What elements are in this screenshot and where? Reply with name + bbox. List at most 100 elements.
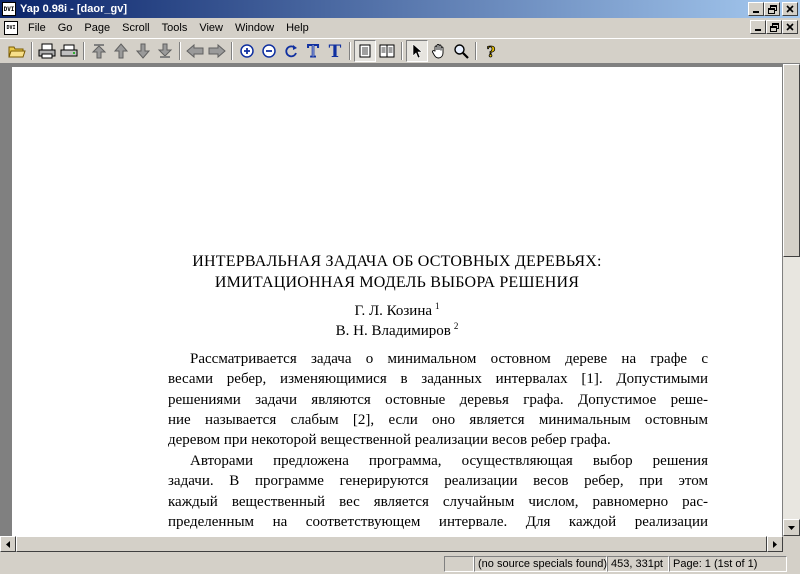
menu-scroll[interactable]: Scroll xyxy=(116,22,156,34)
hand-icon xyxy=(432,44,444,59)
first-page-button[interactable] xyxy=(88,40,110,62)
pointer-tool-button[interactable] xyxy=(406,40,428,62)
footnote-mark: 1 xyxy=(435,301,440,311)
menu-help[interactable]: Help xyxy=(280,22,315,34)
close-icon xyxy=(786,23,794,31)
first-page-icon xyxy=(91,44,107,59)
zoom-in-icon xyxy=(240,44,254,58)
doc-close-button[interactable] xyxy=(782,20,798,34)
arrow-left-icon xyxy=(6,540,10,548)
minimize-icon xyxy=(755,29,761,31)
print-icon xyxy=(38,43,56,59)
page-status: Page: 1 (1st of 1) xyxy=(669,556,787,572)
text-line: деревом при некоторой вещественной реали… xyxy=(168,432,611,449)
single-page-button[interactable] xyxy=(354,40,376,62)
arrow-down-icon xyxy=(788,525,795,530)
pointer-icon xyxy=(412,43,423,59)
author-name: Г. Л. Козина xyxy=(354,303,433,319)
print-setup-icon xyxy=(60,44,78,57)
text-line: каждый вещественный вес является случайн… xyxy=(168,493,708,510)
document-title-line-2: ИМИТАЦИОННАЯ МОДЕЛЬ ВЫБОРА РЕШЕНИЯ xyxy=(214,274,580,291)
help-button[interactable]: ? xyxy=(480,40,502,62)
scroll-down-button[interactable] xyxy=(783,519,800,536)
paragraph-1: Рассматривается задача о минимальном ост… xyxy=(168,349,708,450)
toolbar-separator xyxy=(31,42,33,60)
text-line: ние называется слабым [2], если оно явля… xyxy=(168,411,708,428)
close-icon xyxy=(786,5,794,13)
hand-tool-button[interactable] xyxy=(428,40,450,62)
footnote-mark: 2 xyxy=(453,321,459,331)
scroll-left-button[interactable] xyxy=(0,536,16,552)
minimize-button[interactable] xyxy=(748,2,764,16)
toolbar-separator xyxy=(475,42,477,60)
zoom-out-button[interactable] xyxy=(258,40,280,62)
arrow-right-icon xyxy=(773,540,777,548)
text-line: пределенным на соответствующем интервале… xyxy=(168,513,708,530)
vertical-scroll-thumb[interactable] xyxy=(783,64,800,257)
refresh-button[interactable] xyxy=(280,40,302,62)
single-page-icon xyxy=(359,44,371,58)
toolbar-separator xyxy=(83,42,85,60)
print-button[interactable] xyxy=(36,40,58,62)
menu-file[interactable]: File xyxy=(22,22,52,34)
toolbar-separator xyxy=(231,42,233,60)
svg-text:?: ? xyxy=(487,43,496,59)
scroll-right-button[interactable] xyxy=(767,536,783,552)
last-page-button[interactable] xyxy=(154,40,176,62)
bold-t-icon: T xyxy=(329,42,342,60)
svg-text:T: T xyxy=(329,42,342,60)
toolbar-separator xyxy=(401,42,403,60)
magnifier-icon xyxy=(454,44,469,59)
vertical-scrollbar[interactable] xyxy=(783,64,800,536)
menu-bar: DVI File Go Page Scroll Tools View Windo… xyxy=(0,18,800,37)
text-line: весами ребер, изменяющимися в заданных и… xyxy=(168,371,708,388)
zoom-in-button[interactable] xyxy=(236,40,258,62)
previous-page-button[interactable] xyxy=(110,40,132,62)
zoom-out-icon xyxy=(262,44,276,58)
double-page-icon xyxy=(379,44,395,58)
menu-view[interactable]: View xyxy=(193,22,229,34)
refresh-icon xyxy=(285,45,297,58)
restore-icon xyxy=(767,4,777,14)
hollow-font-button[interactable]: T xyxy=(302,40,324,62)
menu-tools[interactable]: Tools xyxy=(156,22,194,34)
doc-minimize-button[interactable] xyxy=(750,20,766,34)
text-line: задачи. В программе генерируются реализа… xyxy=(168,473,708,490)
horizontal-scrollbar[interactable] xyxy=(0,536,783,552)
back-button[interactable] xyxy=(184,40,206,62)
next-page-button[interactable] xyxy=(132,40,154,62)
author-1: Г. Л. Козина 1 xyxy=(12,301,782,320)
bold-font-button[interactable]: T xyxy=(324,40,346,62)
menu-page[interactable]: Page xyxy=(78,22,116,34)
text-line: Рассматривается задача о минимальном ост… xyxy=(190,351,708,367)
forward-button[interactable] xyxy=(206,40,228,62)
document-area[interactable]: ИНТЕРВАЛЬНАЯ ЗАДАЧА ОБ ОСТОВНЫХ ДЕРЕВЬЯХ… xyxy=(0,64,800,552)
status-empty-cell xyxy=(444,556,474,572)
forward-icon xyxy=(208,43,226,59)
restore-icon xyxy=(769,22,779,32)
open-button[interactable] xyxy=(6,40,28,62)
restore-button[interactable] xyxy=(764,2,780,16)
document-icon[interactable]: DVI xyxy=(4,20,18,35)
window-title: Yap 0.98i - [daor_gv] xyxy=(20,3,127,15)
menu-window[interactable]: Window xyxy=(229,22,280,34)
previous-page-icon xyxy=(113,43,129,59)
print-setup-button[interactable] xyxy=(58,40,80,62)
document-window-controls xyxy=(750,20,798,34)
dvi-page[interactable]: ИНТЕРВАЛЬНАЯ ЗАДАЧА ОБ ОСТОВНЫХ ДЕРЕВЬЯХ… xyxy=(12,67,782,539)
hollow-t-icon: T xyxy=(307,42,320,60)
last-page-icon xyxy=(157,43,173,58)
author-2: В. Н. Владимиров 2 xyxy=(12,321,782,340)
menu-go[interactable]: Go xyxy=(52,22,79,34)
horizontal-scroll-thumb[interactable] xyxy=(16,536,767,552)
magnifier-tool-button[interactable] xyxy=(450,40,472,62)
close-button[interactable] xyxy=(782,2,798,16)
back-icon xyxy=(186,43,204,59)
doc-restore-button[interactable] xyxy=(766,20,782,34)
title-bar[interactable]: DVI Yap 0.98i - [daor_gv] xyxy=(0,0,800,18)
svg-text:T: T xyxy=(307,42,319,60)
scrollbar-corner xyxy=(783,536,800,552)
minimize-icon xyxy=(753,11,759,13)
double-page-button[interactable] xyxy=(376,40,398,62)
toolbar-separator xyxy=(349,42,351,60)
